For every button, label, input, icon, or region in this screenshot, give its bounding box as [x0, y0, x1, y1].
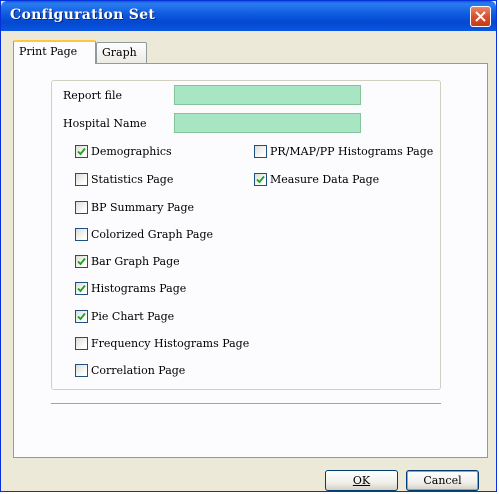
- checkbox-box[interactable]: [75, 364, 88, 377]
- checkbox-label: Correlation Page: [91, 364, 186, 377]
- checkbox-label: Histograms Page: [91, 282, 187, 295]
- cancel-label: Cancel: [423, 474, 462, 487]
- tab-graph[interactable]: Graph: [96, 42, 147, 63]
- print-page-panel: Report file Hospital Name Demographics S…: [13, 63, 488, 458]
- checkbox-box[interactable]: [75, 173, 88, 186]
- checkbox-label: Pie Chart Page: [91, 310, 175, 323]
- checkbox-bp-summary-page[interactable]: BP Summary Page: [75, 201, 194, 214]
- close-icon: [475, 11, 486, 22]
- checkbox-histograms-page[interactable]: Histograms Page: [75, 282, 186, 295]
- checkbox-statistics-page[interactable]: Statistics Page: [75, 173, 173, 186]
- check-icon: [77, 147, 86, 156]
- checkbox-box[interactable]: [75, 255, 88, 268]
- cancel-button[interactable]: Cancel: [406, 470, 479, 491]
- check-icon: [256, 175, 265, 184]
- checkbox-demographics[interactable]: Demographics: [75, 145, 172, 158]
- checkbox-label: Statistics Page: [91, 173, 174, 186]
- check-icon: [77, 284, 86, 293]
- checkbox-box[interactable]: [75, 282, 88, 295]
- tab-print-page[interactable]: Print Page: [13, 40, 96, 64]
- checkbox-colorized-graph-page[interactable]: Colorized Graph Page: [75, 228, 213, 241]
- checkbox-box[interactable]: [75, 310, 88, 323]
- check-icon: [77, 312, 86, 321]
- checkbox-box[interactable]: [75, 228, 88, 241]
- checkbox-box[interactable]: [75, 337, 88, 350]
- checkbox-pr-map-pp-histograms-page[interactable]: PR/MAP/PP Histograms Page: [254, 145, 433, 158]
- checkbox-label: Frequency Histograms Page: [91, 337, 250, 350]
- report-file-label: Report file: [63, 89, 122, 102]
- checkbox-label: Bar Graph Page: [91, 255, 180, 268]
- options-group: Report file Hospital Name Demographics S…: [51, 80, 441, 390]
- checkbox-box[interactable]: [75, 145, 88, 158]
- checkbox-label: BP Summary Page: [91, 201, 195, 214]
- checkbox-label: Demographics: [91, 145, 172, 158]
- checkbox-label: Colorized Graph Page: [91, 228, 214, 241]
- hospital-name-label: Hospital Name: [63, 117, 147, 130]
- checkbox-label: Measure Data Page: [270, 173, 380, 186]
- checkbox-box[interactable]: [254, 145, 267, 158]
- ok-label: OK: [352, 474, 371, 487]
- window-title: Configuration Set: [10, 7, 156, 23]
- checkbox-bar-graph-page[interactable]: Bar Graph Page: [75, 255, 180, 268]
- checkbox-box[interactable]: [75, 201, 88, 214]
- separator-line: [51, 403, 441, 405]
- title-bar[interactable]: Configuration Set: [1, 1, 496, 31]
- report-file-input[interactable]: [174, 85, 361, 105]
- checkbox-label: PR/MAP/PP Histograms Page: [270, 145, 434, 158]
- checkbox-box[interactable]: [254, 173, 267, 186]
- hospital-name-input[interactable]: [174, 113, 361, 133]
- checkbox-pie-chart-page[interactable]: Pie Chart Page: [75, 310, 174, 323]
- ok-button[interactable]: OK: [325, 470, 398, 491]
- check-icon: [77, 257, 86, 266]
- checkbox-correlation-page[interactable]: Correlation Page: [75, 364, 185, 377]
- close-button[interactable]: [470, 6, 491, 27]
- checkbox-measure-data-page[interactable]: Measure Data Page: [254, 173, 379, 186]
- configuration-dialog: Configuration Set Print Page Graph Repor…: [0, 0, 497, 492]
- checkbox-frequency-histograms-page[interactable]: Frequency Histograms Page: [75, 337, 249, 350]
